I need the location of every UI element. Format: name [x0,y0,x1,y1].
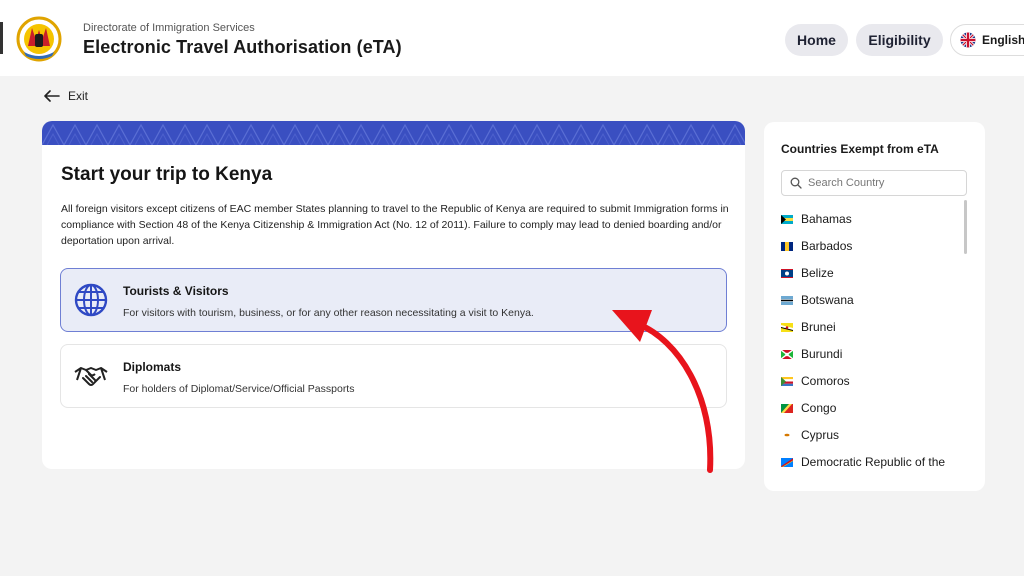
country-search-box[interactable] [781,170,967,196]
country-item-bahamas[interactable]: Bahamas [781,209,852,229]
congo-flag-icon [781,403,793,413]
belize-flag-icon [781,268,793,278]
country-name: Botswana [801,293,854,307]
language-selector[interactable]: English [950,24,1024,56]
language-label: English [982,33,1024,47]
coat-of-arms-logo[interactable] [14,16,64,62]
country-name: Democratic Republic of the [801,455,946,469]
country-name: Barbados [801,239,853,253]
botswana-flag-icon [781,295,793,305]
comoros-flag-icon [781,376,793,386]
country-name: Comoros [801,374,850,388]
option-description: For visitors with tourism, business, or … [123,307,534,319]
arrow-left-icon [44,90,60,102]
country-item-brunei[interactable]: Brunei [781,317,836,337]
country-name: Bahamas [801,212,852,226]
brunei-flag-icon [781,322,793,332]
country-search-input[interactable] [808,177,958,189]
requirement-description: All foreign visitors except citizens of … [61,203,729,247]
country-item-belize[interactable]: Belize [781,263,834,283]
cyprus-flag-icon [781,430,793,440]
uk-flag-icon [960,32,976,48]
page-heading: Start your trip to Kenya [61,164,273,185]
exit-label: Exit [68,89,89,103]
card-banner [42,121,745,145]
bahamas-flag-icon [781,214,793,224]
country-name: Brunei [801,320,836,334]
annotation-arrow-icon [612,310,714,473]
option-title: Tourists & Visitors [123,284,229,298]
country-name: Congo [801,401,837,415]
country-name: Belize [801,266,834,280]
handshake-icon [74,367,108,386]
globe-icon [74,283,108,317]
home-nav-button[interactable]: Home [785,24,848,56]
country-name: Burundi [801,347,843,361]
drc-flag-icon [781,457,793,467]
option-description: For holders of Diplomat/Service/Official… [123,383,355,395]
eligibility-nav-button[interactable]: Eligibility [856,24,943,56]
banner-pattern [42,121,745,145]
app-title: Electronic Travel Authorisation (eTA) [83,37,402,57]
exit-link[interactable]: Exit [44,89,88,103]
department-name: Directorate of Immigration Services [83,22,255,34]
country-list: Bahamas Barbados Belize Botswana Brunei … [764,204,985,474]
barbados-flag-icon [781,241,793,251]
country-item-botswana[interactable]: Botswana [781,290,854,310]
burundi-flag-icon [781,349,793,359]
country-name: Cyprus [801,428,840,442]
header-edge-bar [0,22,3,54]
country-item-cyprus[interactable]: Cyprus [781,425,839,445]
exempt-countries-title: Countries Exempt from eTA [781,142,939,156]
country-item-drc[interactable]: Democratic Republic of the [781,452,945,472]
search-icon [790,177,802,189]
country-item-burundi[interactable]: Burundi [781,344,842,364]
country-item-barbados[interactable]: Barbados [781,236,852,256]
option-title: Diplomats [123,360,182,374]
exempt-countries-panel: Countries Exempt from eTA Bahamas Barbad… [764,122,985,491]
app-header: Directorate of Immigration Services Elec… [0,0,1024,76]
country-item-comoros[interactable]: Comoros [781,371,850,391]
country-item-congo[interactable]: Congo [781,398,836,418]
